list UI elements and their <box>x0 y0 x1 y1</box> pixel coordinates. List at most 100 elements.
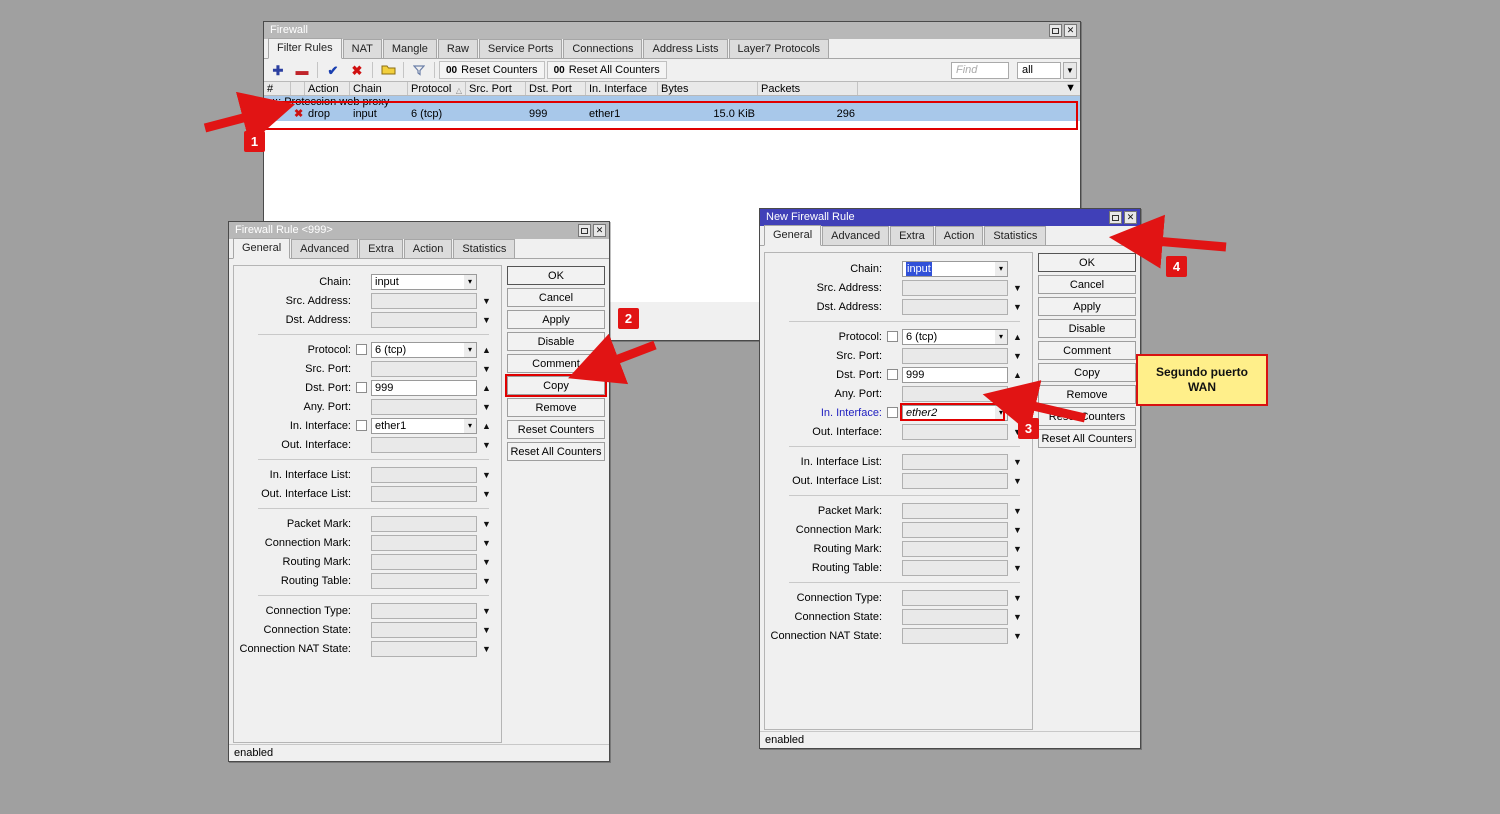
chevron-down-icon[interactable]: ▼ <box>1011 612 1024 622</box>
left-reset-counters-button[interactable]: Reset Counters <box>507 420 605 439</box>
column-header-packets[interactable]: Packets <box>758 82 858 95</box>
chevron-down-icon[interactable]: ▼ <box>480 519 493 529</box>
chevron-down-icon[interactable]: ▼ <box>1011 563 1024 573</box>
tab-address-lists[interactable]: Address Lists <box>643 39 728 58</box>
chevron-down-icon[interactable]: ▼ <box>480 440 493 450</box>
enable-icon[interactable]: ✔ <box>322 61 344 79</box>
field-enable-checkbox[interactable] <box>356 382 367 393</box>
maximize-icon[interactable] <box>1109 211 1122 224</box>
field-input[interactable]: 999 <box>371 379 477 396</box>
field-input[interactable] <box>902 347 1008 364</box>
column-header-protocol[interactable]: Protocol △ <box>408 82 466 95</box>
chevron-down-icon[interactable]: ▼ <box>480 625 493 635</box>
right-cancel-button[interactable]: Cancel <box>1038 275 1136 294</box>
field-input[interactable] <box>371 640 477 657</box>
disable-icon[interactable]: ✖ <box>346 61 368 79</box>
field-input[interactable] <box>371 485 477 502</box>
tab-action[interactable]: Action <box>934 226 984 245</box>
chevron-up-icon[interactable]: ▲ <box>480 421 493 431</box>
chevron-up-icon[interactable]: ▲ <box>1011 408 1024 418</box>
field-input[interactable] <box>902 423 1008 440</box>
column-header-dst-port[interactable]: Dst. Port <box>526 82 586 95</box>
column-header-in-interface[interactable]: In. Interface <box>586 82 658 95</box>
column-header-action[interactable]: Action <box>305 82 350 95</box>
column-header-bytes[interactable]: Bytes <box>658 82 758 95</box>
close-icon[interactable]: ✕ <box>593 224 606 237</box>
field-input[interactable] <box>902 279 1008 296</box>
filter-select-value[interactable]: all <box>1017 61 1061 79</box>
field-enable-checkbox[interactable] <box>356 344 367 355</box>
chevron-down-icon[interactable]: ▼ <box>1011 631 1024 641</box>
tab-extra[interactable]: Extra <box>890 226 934 245</box>
field-input[interactable] <box>371 360 477 377</box>
chevron-down-icon[interactable]: ▼ <box>480 538 493 548</box>
tab-layer7-protocols[interactable]: Layer7 Protocols <box>728 39 830 58</box>
left-ok-button[interactable]: OK <box>507 266 605 285</box>
field-enable-checkbox[interactable] <box>887 331 898 342</box>
close-icon[interactable]: ✕ <box>1064 24 1077 37</box>
chevron-down-icon[interactable]: ▼ <box>1011 476 1024 486</box>
field-enable-checkbox[interactable] <box>356 420 367 431</box>
field-enable-checkbox[interactable] <box>887 407 898 418</box>
field-input[interactable]: input <box>371 273 464 290</box>
comment-icon[interactable] <box>377 61 399 79</box>
tab-extra[interactable]: Extra <box>359 239 403 258</box>
chevron-up-icon[interactable]: ▲ <box>480 345 493 355</box>
chevron-down-icon[interactable]: ▼ <box>480 606 493 616</box>
reset-all-counters-button[interactable]: 00 Reset All Counters <box>546 61 667 79</box>
field-input[interactable] <box>902 453 1008 470</box>
field-input[interactable]: ether2 <box>902 404 995 421</box>
tab-general[interactable]: General <box>764 225 822 246</box>
field-input[interactable]: input <box>902 260 995 277</box>
left-apply-button[interactable]: Apply <box>507 310 605 329</box>
field-enable-checkbox[interactable] <box>887 369 898 380</box>
chevron-down-icon[interactable]: ▼ <box>1011 389 1024 399</box>
field-input[interactable] <box>902 298 1008 315</box>
field-input[interactable]: 6 (tcp) <box>371 341 464 358</box>
field-input[interactable] <box>371 515 477 532</box>
left-cancel-button[interactable]: Cancel <box>507 288 605 307</box>
chevron-down-icon[interactable]: ▼ <box>480 557 493 567</box>
chevron-down-icon[interactable]: ▼ <box>480 402 493 412</box>
left-copy-button[interactable]: Copy <box>505 374 607 397</box>
field-input[interactable] <box>902 502 1008 519</box>
chevron-down-icon[interactable]: ▼ <box>480 489 493 499</box>
left-comment-button[interactable]: Comment <box>507 354 605 373</box>
chevron-up-icon[interactable]: ▲ <box>1011 370 1024 380</box>
right-remove-button[interactable]: Remove <box>1038 385 1136 404</box>
column-header-src-port[interactable]: Src. Port <box>466 82 526 95</box>
field-input[interactable] <box>371 621 477 638</box>
chevron-down-icon[interactable]: ▼ <box>1011 283 1024 293</box>
column-options-icon[interactable]: ▼ <box>858 82 1080 95</box>
field-input[interactable] <box>371 602 477 619</box>
field-input[interactable] <box>371 572 477 589</box>
field-input[interactable] <box>371 436 477 453</box>
field-input[interactable]: 999 <box>902 366 1008 383</box>
chevron-down-icon[interactable]: ▼ <box>480 644 493 654</box>
field-input[interactable] <box>902 385 1008 402</box>
tab-mangle[interactable]: Mangle <box>382 39 437 58</box>
chevron-down-icon[interactable]: ▼ <box>1011 593 1024 603</box>
add-icon[interactable]: ✚ <box>267 61 289 79</box>
dropdown-spinner-icon[interactable]: ▾ <box>995 328 1008 345</box>
field-input[interactable] <box>902 521 1008 538</box>
field-input[interactable] <box>902 559 1008 576</box>
chevron-down-icon[interactable]: ▼ <box>480 315 493 325</box>
right-copy-button[interactable]: Copy <box>1038 363 1136 382</box>
maximize-icon[interactable] <box>1049 24 1062 37</box>
maximize-icon[interactable] <box>578 224 591 237</box>
chevron-down-icon[interactable]: ▼ <box>480 576 493 586</box>
dropdown-spinner-icon[interactable]: ▾ <box>464 417 477 434</box>
tab-general[interactable]: General <box>233 238 291 259</box>
tab-advanced[interactable]: Advanced <box>291 239 359 258</box>
right-reset-all-counters-button[interactable]: Reset All Counters <box>1038 429 1136 448</box>
field-input[interactable] <box>371 466 477 483</box>
chevron-down-icon[interactable]: ▼ <box>1011 544 1024 554</box>
chevron-up-icon[interactable]: ▲ <box>480 383 493 393</box>
tab-filter-rules[interactable]: Filter Rules <box>268 38 342 59</box>
dropdown-spinner-icon[interactable]: ▾ <box>995 260 1008 277</box>
tab-service-ports[interactable]: Service Ports <box>478 39 563 58</box>
tab-raw[interactable]: Raw <box>437 39 478 58</box>
field-input[interactable] <box>371 553 477 570</box>
left-reset-all-counters-button[interactable]: Reset All Counters <box>507 442 605 461</box>
